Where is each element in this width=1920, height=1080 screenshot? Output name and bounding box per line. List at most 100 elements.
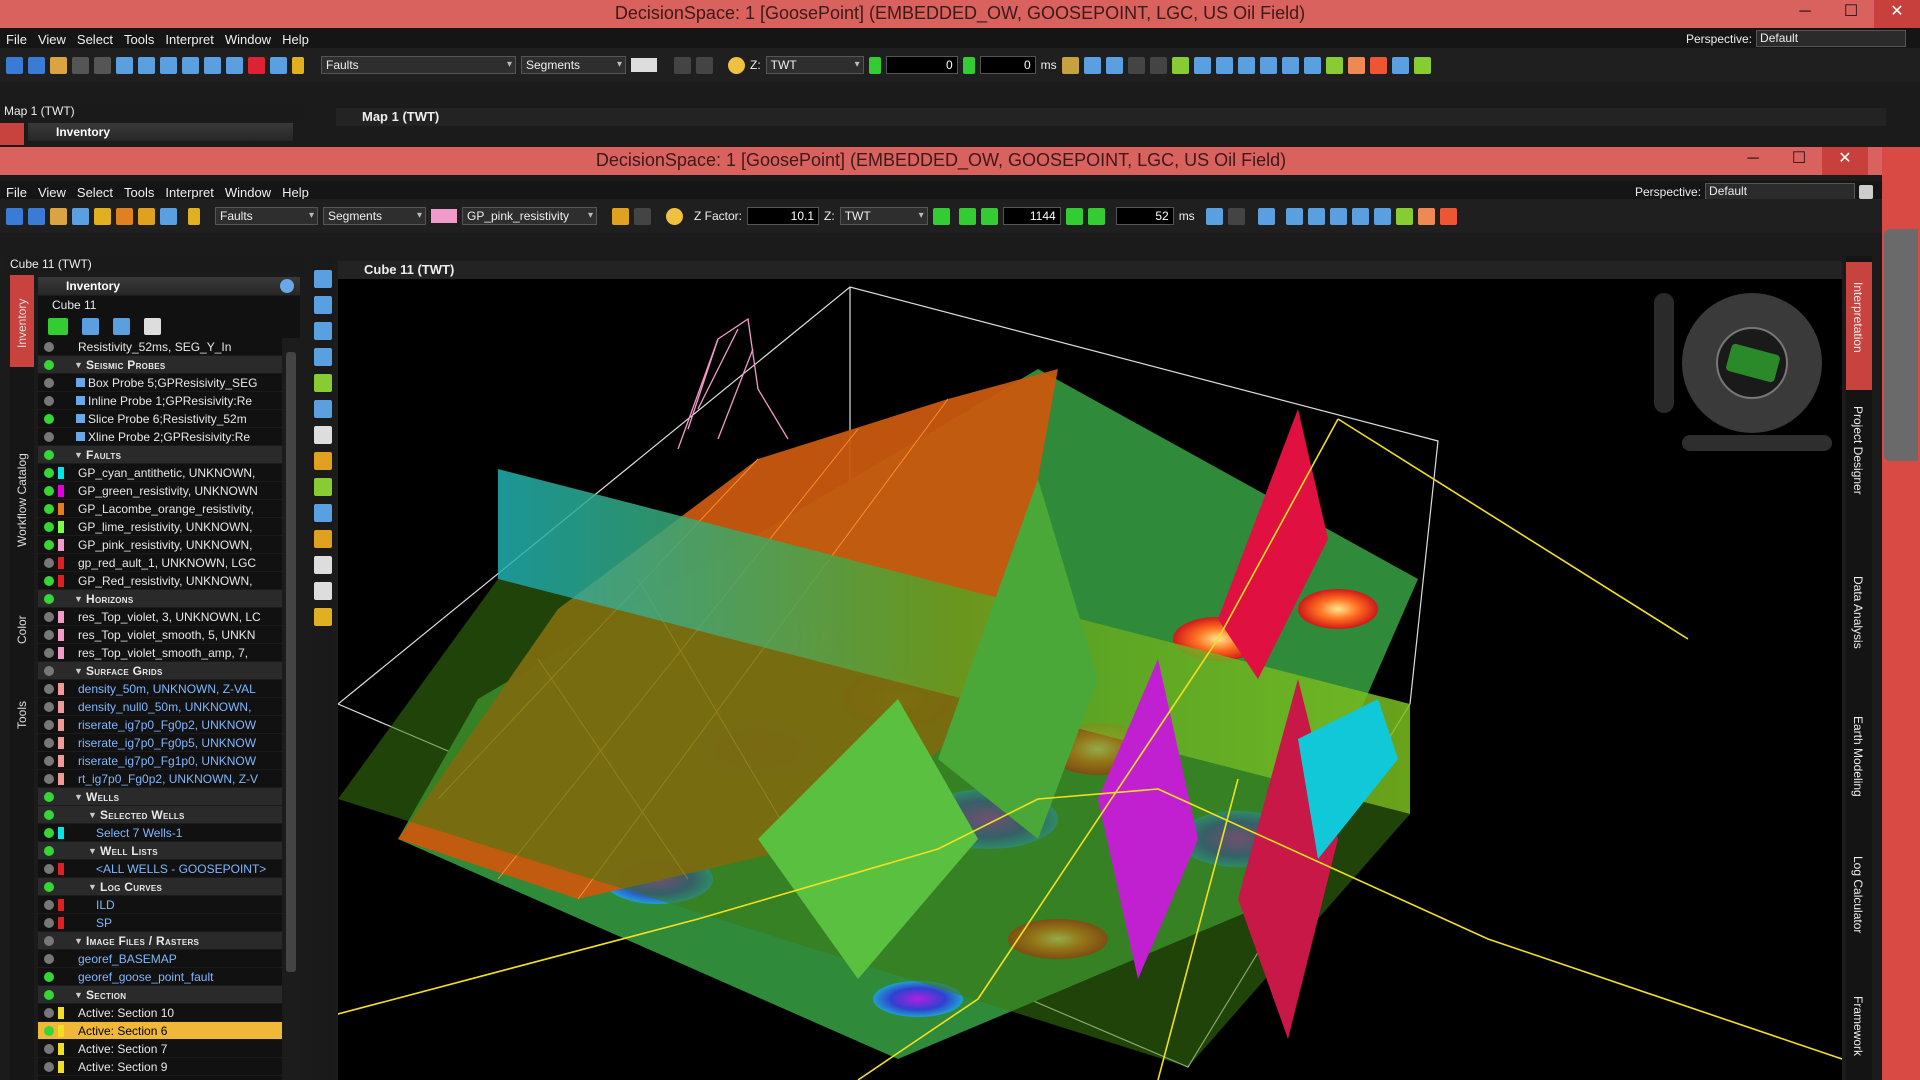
cube-icon[interactable] [226, 56, 243, 74]
frame-icon[interactable] [314, 504, 332, 522]
visibility-toggle-icon[interactable] [44, 450, 54, 460]
visibility-toggle-icon[interactable] [44, 756, 54, 766]
cube-view-icon[interactable] [314, 400, 332, 418]
z-domain-combo[interactable]: TWT [765, 56, 864, 74]
visibility-toggle-icon[interactable] [44, 810, 54, 820]
visibility-toggle-icon[interactable] [44, 774, 54, 784]
tool-o-icon[interactable] [1369, 56, 1387, 74]
visibility-toggle-icon[interactable] [44, 720, 54, 730]
minimize-icon[interactable]: ─ [1730, 147, 1776, 175]
tool-k-icon[interactable] [1281, 56, 1299, 74]
step-input[interactable]: 52 [1115, 207, 1174, 225]
tool-q-icon[interactable] [1413, 56, 1431, 74]
expand-arrow-icon[interactable]: ▼ [74, 446, 83, 463]
maximize-icon[interactable]: ☐ [1776, 147, 1822, 175]
zoom-icon[interactable] [182, 56, 199, 74]
visibility-toggle-icon[interactable] [44, 900, 54, 910]
tool-d-icon[interactable] [1127, 56, 1145, 74]
tree-subcategory[interactable]: ▼ Selected Wells [38, 806, 282, 824]
tool-k-icon[interactable] [1439, 207, 1457, 225]
front-window-titlebar[interactable]: DecisionSpace: 1 [GoosePoint] (EMBEDDED_… [0, 147, 1882, 175]
prev-frame-icon[interactable] [868, 56, 881, 74]
3d-scene[interactable] [338, 279, 1842, 1080]
visibility-toggle-icon[interactable] [44, 1008, 54, 1018]
tree-category[interactable]: ▼ Seismic Probes [38, 356, 282, 374]
frame-input[interactable]: 1144 [1002, 207, 1061, 225]
menu-select[interactable]: Select [77, 32, 113, 47]
tree-item[interactable]: GP_Lacombe_orange_resistivity, [38, 500, 282, 518]
perspective-menu-icon[interactable] [1859, 184, 1874, 199]
visibility-toggle-icon[interactable] [44, 954, 54, 964]
tool-b-icon[interactable] [1083, 56, 1101, 74]
perspective-select[interactable]: Default [1705, 183, 1856, 200]
fit-icon[interactable] [116, 56, 133, 74]
bulb-icon[interactable] [94, 207, 111, 225]
next-frame-icon[interactable] [962, 56, 975, 74]
menu-help[interactable]: Help [282, 32, 309, 47]
visibility-toggle-icon[interactable] [44, 432, 54, 442]
z-domain-combo[interactable]: TWT [839, 207, 928, 225]
camera-icon[interactable] [270, 56, 287, 74]
tilt-slider[interactable] [1682, 435, 1832, 451]
tree-category[interactable]: ▼ Faults [38, 446, 282, 464]
grid-icon[interactable] [72, 207, 89, 225]
tree-item[interactable]: Xline Probe 2;GPResisivity:Re [38, 428, 282, 446]
expand-arrow-icon[interactable]: ▼ [88, 806, 97, 823]
menu-interpret[interactable]: Interpret [165, 185, 213, 200]
visibility-toggle-icon[interactable] [44, 972, 54, 982]
back-window-titlebar[interactable]: DecisionSpace: 1 [GoosePoint] (EMBEDDED_… [0, 0, 1920, 28]
light-icon[interactable] [728, 56, 745, 74]
tree-item[interactable]: GP_green_resistivity, UNKNOWN [38, 482, 282, 500]
grid-icon[interactable] [314, 478, 332, 496]
tool-i-icon[interactable] [1237, 56, 1255, 74]
segments-combo[interactable]: Segments [323, 207, 426, 225]
visibility-toggle-icon[interactable] [44, 666, 54, 676]
tree-item[interactable]: gp_red_ault_1, UNKNOWN, LGC [38, 554, 282, 572]
right-tab-interpretation[interactable]: Interpretation [1851, 282, 1865, 353]
probe-icon[interactable] [314, 426, 332, 444]
visibility-toggle-icon[interactable] [44, 828, 54, 838]
z-factor-input[interactable]: 10.1 [747, 207, 820, 225]
visibility-toggle-icon[interactable] [44, 468, 54, 478]
visibility-toggle-icon[interactable] [44, 504, 54, 514]
visibility-toggle-icon[interactable] [44, 1062, 54, 1072]
visibility-toggle-icon[interactable] [44, 702, 54, 712]
menu-view[interactable]: View [38, 32, 66, 47]
visibility-toggle-icon[interactable] [44, 684, 54, 694]
expand-arrow-icon[interactable]: ▼ [74, 986, 83, 1003]
tree-item[interactable]: res_Top_violet, 3, UNKNOWN, LC [38, 608, 282, 626]
visibility-toggle-icon[interactable] [44, 792, 54, 802]
visibility-toggle-icon[interactable] [44, 558, 54, 568]
tree-item[interactable]: density_null0_50m, UNKNOWN, [38, 698, 282, 716]
refresh-icon[interactable] [82, 317, 99, 335]
tree-category[interactable]: ▼ Image Files / Rasters [38, 932, 282, 950]
tree-item[interactable]: Select 7 Wells-1 [38, 824, 282, 842]
paste-icon[interactable] [94, 56, 111, 74]
open-icon[interactable] [6, 56, 23, 74]
menu-interpret[interactable]: Interpret [165, 32, 213, 47]
play-back-icon[interactable] [958, 207, 976, 225]
tool-l-icon[interactable] [1303, 56, 1321, 74]
expand-arrow-icon[interactable]: ▼ [74, 356, 83, 373]
navigation-control[interactable] [1642, 279, 1842, 469]
next-frame-icon[interactable] [1065, 207, 1083, 225]
back-close-tab-icon[interactable] [0, 123, 24, 145]
tool-h-icon[interactable] [1215, 56, 1233, 74]
play-icon[interactable] [1087, 207, 1105, 225]
visibility-toggle-icon[interactable] [44, 990, 54, 1000]
tree-item[interactable]: res_Top_violet_smooth_amp, 7, [38, 644, 282, 662]
tree-category[interactable]: ▼ Surface Grids [38, 662, 282, 680]
visibility-toggle-icon[interactable] [44, 486, 54, 496]
visibility-toggle-icon[interactable] [44, 1044, 54, 1054]
tree-scrollbar[interactable] [284, 338, 298, 1080]
close-icon[interactable]: ✕ [1874, 0, 1920, 28]
home-icon[interactable] [314, 374, 332, 392]
menu-file[interactable]: File [6, 32, 27, 47]
pencil-icon[interactable] [292, 56, 304, 74]
3d-viewport[interactable] [338, 279, 1842, 1080]
tree-item[interactable]: Active: Section 6 [38, 1022, 282, 1040]
right-tab-framework[interactable]: Framework [1851, 996, 1865, 1056]
menu-view[interactable]: View [38, 185, 66, 200]
route-icon[interactable] [116, 207, 133, 225]
perspective-select[interactable]: Default [1756, 30, 1907, 47]
